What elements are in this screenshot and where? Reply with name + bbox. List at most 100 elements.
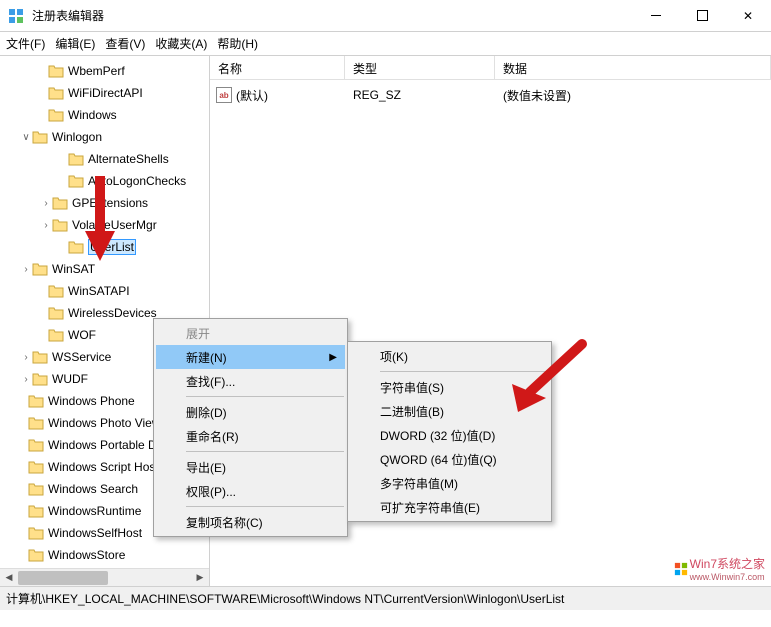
list-header: 名称 类型 数据: [210, 56, 771, 80]
tree-item-windows[interactable]: Windows: [68, 108, 117, 122]
folder-icon: [32, 372, 48, 386]
folder-icon: [52, 196, 68, 210]
folder-icon: [68, 152, 84, 166]
ctx-find[interactable]: 查找(F)...: [156, 369, 345, 393]
ctx-new-dword[interactable]: DWORD (32 位)值(D): [350, 423, 549, 447]
tree-item-wof[interactable]: WOF: [68, 328, 96, 342]
status-computer: 计算机: [6, 590, 42, 607]
folder-icon: [48, 306, 64, 320]
folder-icon: [48, 328, 64, 342]
tree-h-scrollbar[interactable]: ◀ ▶: [0, 568, 209, 586]
tree-item-gpextensions[interactable]: GPExtensions: [72, 196, 148, 210]
maximize-button[interactable]: [679, 0, 725, 32]
tree-item-autologon[interactable]: AutoLogonChecks: [88, 174, 186, 188]
context-menu-main: 展开 新建(N)▶ 查找(F)... 删除(D) 重命名(R) 导出(E) 权限…: [153, 318, 348, 537]
tree-item-winsat[interactable]: WinSAT: [52, 262, 95, 276]
folder-icon: [28, 394, 44, 408]
tree-item-winlogon[interactable]: Winlogon: [52, 130, 102, 144]
tree-item-wifidirect[interactable]: WiFiDirectAPI: [68, 86, 143, 100]
ctx-separator: [186, 506, 344, 507]
tree-item-winphone[interactable]: Windows Phone: [48, 394, 135, 408]
ctx-new-expand[interactable]: 可扩充字符串值(E): [350, 495, 549, 519]
menu-help[interactable]: 帮助(H): [217, 35, 258, 52]
value-name: (默认): [236, 87, 268, 104]
expander-icon[interactable]: ›: [20, 374, 32, 385]
ctx-separator: [186, 396, 344, 397]
ctx-delete[interactable]: 删除(D): [156, 400, 345, 424]
close-button[interactable]: [725, 0, 771, 32]
tree-item-winsatapi[interactable]: WinSATAPI: [68, 284, 130, 298]
expander-icon[interactable]: ›: [20, 352, 32, 363]
tree-item-alternateshells[interactable]: AlternateShells: [88, 152, 169, 166]
titlebar: 注册表编辑器: [0, 0, 771, 32]
ctx-separator: [186, 451, 344, 452]
string-value-icon: ab: [216, 87, 232, 103]
scroll-right-icon[interactable]: ▶: [191, 569, 209, 587]
folder-icon: [28, 460, 44, 474]
context-menu-new: 项(K) 字符串值(S) 二进制值(B) DWORD (32 位)值(D) QW…: [347, 341, 552, 522]
folder-icon: [28, 504, 44, 518]
menubar: 文件(F) 编辑(E) 查看(V) 收藏夹(A) 帮助(H): [0, 32, 771, 56]
ctx-new-string[interactable]: 字符串值(S): [350, 375, 549, 399]
col-header-data[interactable]: 数据: [495, 56, 771, 79]
folder-icon: [48, 108, 64, 122]
folder-icon: [32, 130, 48, 144]
regedit-app-icon: [8, 8, 24, 24]
tree-item-wsservice[interactable]: WSService: [52, 350, 111, 364]
ctx-new-multi[interactable]: 多字符串值(M): [350, 471, 549, 495]
ctx-expand[interactable]: 展开: [156, 321, 345, 345]
expander-open-icon[interactable]: ∨: [20, 132, 32, 143]
ctx-permissions[interactable]: 权限(P)...: [156, 479, 345, 503]
ctx-new-binary[interactable]: 二进制值(B): [350, 399, 549, 423]
list-body[interactable]: ab (默认) REG_SZ (数值未设置): [210, 80, 771, 110]
menu-edit[interactable]: 编辑(E): [55, 35, 95, 52]
ctx-new-key[interactable]: 项(K): [350, 344, 549, 368]
menu-favorites[interactable]: 收藏夹(A): [155, 35, 207, 52]
folder-icon: [48, 284, 64, 298]
expander-icon[interactable]: ›: [40, 198, 52, 209]
tree-item-winsearch[interactable]: Windows Search: [48, 482, 138, 496]
status-path: HKEY_LOCAL_MACHINE\SOFTWARE\Microsoft\Wi…: [45, 592, 564, 606]
folder-icon: [32, 350, 48, 364]
folder-icon: [28, 482, 44, 496]
ctx-separator: [380, 371, 548, 372]
folder-icon: [28, 416, 44, 430]
folder-icon: [52, 218, 68, 232]
content-area: WbemPerf WiFiDirectAPI Windows ∨ Winlogon…: [0, 56, 771, 586]
menu-view[interactable]: 查看(V): [105, 35, 145, 52]
tree-item-winscript[interactable]: Windows Script Host: [48, 460, 159, 474]
folder-icon: [48, 64, 64, 78]
menu-file[interactable]: 文件(F): [6, 35, 45, 52]
ctx-new-qword[interactable]: QWORD (64 位)值(Q): [350, 447, 549, 471]
scroll-left-icon[interactable]: ◀: [0, 569, 18, 587]
statusbar: 计算机 \ HKEY_LOCAL_MACHINE\SOFTWARE\Micros…: [0, 586, 771, 610]
list-row-default[interactable]: ab (默认) REG_SZ (数值未设置): [210, 84, 771, 106]
ctx-copykeyname[interactable]: 复制项名称(C): [156, 510, 345, 534]
col-header-name[interactable]: 名称: [210, 56, 345, 79]
value-type: REG_SZ: [345, 88, 495, 102]
value-data: (数值未设置): [495, 87, 771, 104]
tree-item-winselfhost[interactable]: WindowsSelfHost: [48, 526, 142, 540]
folder-icon: [32, 262, 48, 276]
expander-icon[interactable]: ›: [20, 264, 32, 275]
tree-item-wirelessde[interactable]: WirelessDevices: [68, 306, 157, 320]
folder-icon: [28, 548, 44, 562]
folder-icon: [28, 526, 44, 540]
tree-item-volatileuser[interactable]: VolatileUserMgr: [72, 218, 157, 232]
ctx-rename[interactable]: 重命名(R): [156, 424, 345, 448]
window-title: 注册表编辑器: [32, 7, 633, 24]
ctx-export[interactable]: 导出(E): [156, 455, 345, 479]
tree-item-wudf[interactable]: WUDF: [52, 372, 88, 386]
submenu-arrow-icon: ▶: [329, 352, 337, 363]
folder-icon: [28, 438, 44, 452]
minimize-button[interactable]: [633, 0, 679, 32]
tree-item-winruntime[interactable]: WindowsRuntime: [48, 504, 141, 518]
tree-item-wbemperf[interactable]: WbemPerf: [68, 64, 125, 78]
ctx-new[interactable]: 新建(N)▶: [156, 345, 345, 369]
expander-icon[interactable]: ›: [40, 220, 52, 231]
folder-icon: [48, 86, 64, 100]
folder-icon: [68, 240, 84, 254]
tree-item-userlist[interactable]: UserList: [88, 239, 136, 255]
col-header-type[interactable]: 类型: [345, 56, 495, 79]
tree-item-winstore[interactable]: WindowsStore: [48, 548, 125, 562]
